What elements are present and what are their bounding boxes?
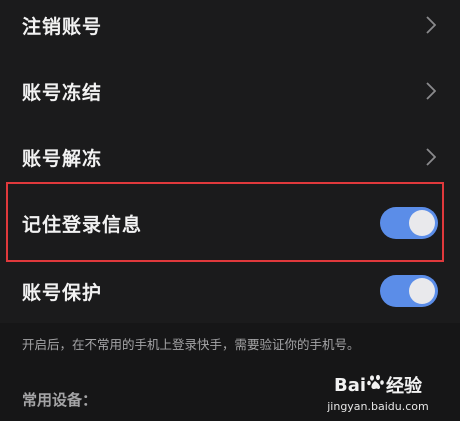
watermark-brand-left: Bai xyxy=(333,374,367,396)
row-label: 账号保护 xyxy=(22,281,103,304)
watermark-brand-right: 经验 xyxy=(386,376,423,397)
row-cancel-account[interactable]: 注销账号 xyxy=(0,0,460,58)
toggle-knob xyxy=(409,278,435,304)
account-protection-toggle[interactable] xyxy=(380,275,438,307)
paw-icon xyxy=(366,373,386,398)
chevron-right-icon xyxy=(424,14,438,36)
common-devices-title: 常用设备： xyxy=(22,391,98,409)
settings-screen: 注销账号 账号冻结 账号解冻 记住登录信息 账号保护 开启后，在不常用的手机上登… xyxy=(0,0,460,421)
row-freeze-account[interactable]: 账号冻结 xyxy=(0,58,460,124)
watermark-url: jingyan.baidu.com xyxy=(327,400,429,413)
row-label: 账号解冻 xyxy=(22,147,103,170)
protection-hint-text: 开启后，在不常用的手机上登录快手，需要验证你的手机号。 xyxy=(22,337,360,352)
baidu-jingyan-watermark: Bai 经验 jingyan.baidu.com xyxy=(318,372,438,418)
row-label: 账号冻结 xyxy=(22,81,103,104)
annotation-highlight-box xyxy=(6,182,444,262)
row-label: 注销账号 xyxy=(22,15,103,38)
row-unfreeze-account[interactable]: 账号解冻 xyxy=(0,124,460,190)
chevron-right-icon xyxy=(424,146,438,168)
chevron-right-icon xyxy=(424,80,438,102)
row-account-protection: 账号保护 xyxy=(0,258,460,324)
